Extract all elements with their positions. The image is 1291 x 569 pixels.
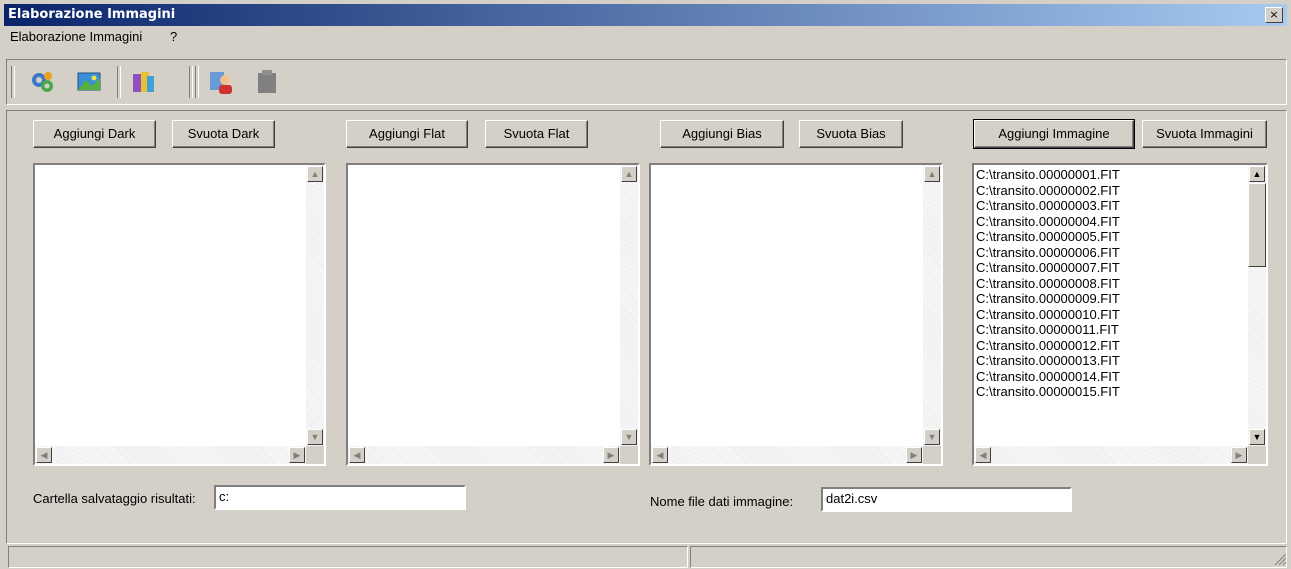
list-item[interactable]: C:\transito.00000007.FIT (976, 260, 1120, 276)
list-item[interactable]: C:\transito.00000005.FIT (976, 229, 1120, 245)
list-item[interactable]: C:\transito.00000015.FIT (976, 384, 1120, 400)
scroll-corner (620, 446, 638, 464)
stop-disabled-icon (253, 68, 281, 96)
toolbar-separator (11, 66, 15, 98)
images-list-vscroll[interactable]: ▲ ▼ (1248, 165, 1266, 446)
scroll-left-icon[interactable]: ◀ (975, 447, 991, 463)
scroll-down-icon[interactable]: ▼ (924, 429, 940, 445)
toolbar-separator (117, 66, 121, 98)
scroll-up-icon[interactable]: ▲ (924, 166, 940, 182)
user-person-icon[interactable] (207, 68, 235, 96)
scroll-thumb[interactable] (1248, 183, 1266, 267)
dark-list-hscroll[interactable]: ◀ ▶ (35, 446, 306, 464)
title-bar[interactable]: Elaborazione Immagini × (4, 4, 1287, 26)
list-item[interactable]: C:\transito.00000014.FIT (976, 369, 1120, 385)
status-pane-right (690, 546, 1287, 568)
menu-elaborazione-immagini[interactable]: Elaborazione Immagini (10, 29, 142, 44)
close-button[interactable]: × (1265, 7, 1283, 23)
toolbar-separator (189, 66, 193, 98)
image-icon[interactable] (75, 68, 103, 96)
bias-list-hscroll[interactable]: ◀ ▶ (651, 446, 923, 464)
scroll-left-icon[interactable]: ◀ (349, 447, 365, 463)
flat-list-hscroll[interactable]: ◀ ▶ (348, 446, 620, 464)
scroll-right-icon[interactable]: ▶ (906, 447, 922, 463)
list-item[interactable]: C:\transito.00000002.FIT (976, 183, 1120, 199)
list-item[interactable]: C:\transito.00000009.FIT (976, 291, 1120, 307)
scroll-corner (1248, 446, 1266, 464)
main-window: Elaborazione Immagini × Elaborazione Imm… (0, 0, 1291, 569)
add-bias-button[interactable]: Aggiungi Bias (660, 120, 784, 148)
list-item[interactable]: C:\transito.00000008.FIT (976, 276, 1120, 292)
process-gears-icon[interactable] (29, 68, 57, 96)
bias-list[interactable]: ▲ ▼ ◀ ▶ (649, 163, 943, 466)
results-folder-field[interactable]: c: (214, 485, 466, 510)
images-list-items: C:\transito.00000001.FIT C:\transito.000… (976, 167, 1120, 400)
scroll-down-icon[interactable]: ▼ (1249, 429, 1265, 445)
menu-help[interactable]: ? (170, 29, 177, 44)
list-item[interactable]: C:\transito.00000006.FIT (976, 245, 1120, 261)
scroll-right-icon[interactable]: ▶ (603, 447, 619, 463)
scroll-left-icon[interactable]: ◀ (652, 447, 668, 463)
toolbar (6, 59, 1287, 105)
list-item[interactable]: C:\transito.00000010.FIT (976, 307, 1120, 323)
list-item[interactable]: C:\transito.00000001.FIT (976, 167, 1120, 183)
list-item[interactable]: C:\transito.00000004.FIT (976, 214, 1120, 230)
images-list-hscroll[interactable]: ◀ ▶ (974, 446, 1248, 464)
window-title: Elaborazione Immagini (8, 7, 176, 22)
add-dark-button[interactable]: Aggiungi Dark (33, 120, 156, 148)
scroll-left-icon[interactable]: ◀ (36, 447, 52, 463)
list-item[interactable]: C:\transito.00000011.FIT (976, 322, 1120, 338)
menu-bar: Elaborazione Immagini ? (4, 26, 1287, 48)
scroll-up-icon[interactable]: ▲ (307, 166, 323, 182)
toolbar-separator (195, 66, 199, 98)
list-item[interactable]: C:\transito.00000013.FIT (976, 353, 1120, 369)
add-flat-button[interactable]: Aggiungi Flat (346, 120, 468, 148)
add-image-button[interactable]: Aggiungi Immagine (973, 119, 1135, 149)
flat-list-vscroll[interactable]: ▲ ▼ (620, 165, 638, 446)
scroll-up-icon[interactable]: ▲ (621, 166, 637, 182)
data-file-label: Nome file dati immagine: (650, 494, 794, 509)
scroll-corner (306, 446, 324, 464)
list-item[interactable]: C:\transito.00000012.FIT (976, 338, 1120, 354)
clear-dark-button[interactable]: Svuota Dark (172, 120, 275, 148)
resize-grip-icon[interactable] (1273, 552, 1287, 566)
clear-bias-button[interactable]: Svuota Bias (799, 120, 903, 148)
data-file-field[interactable]: dat2i.csv (821, 487, 1072, 512)
list-item[interactable]: C:\transito.00000003.FIT (976, 198, 1120, 214)
clear-flat-button[interactable]: Svuota Flat (485, 120, 588, 148)
dark-list[interactable]: ▲ ▼ ◀ ▶ (33, 163, 326, 466)
status-pane-left (8, 546, 688, 568)
dark-list-vscroll[interactable]: ▲ ▼ (306, 165, 324, 446)
flat-list[interactable]: ▲ ▼ ◀ ▶ (346, 163, 640, 466)
scroll-corner (923, 446, 941, 464)
results-folder-label: Cartella salvataggio risultati: (33, 491, 196, 506)
bias-list-vscroll[interactable]: ▲ ▼ (923, 165, 941, 446)
calculator-icon[interactable] (129, 68, 157, 96)
scroll-down-icon[interactable]: ▼ (621, 429, 637, 445)
scroll-up-icon[interactable]: ▲ (1249, 166, 1265, 182)
scroll-right-icon[interactable]: ▶ (289, 447, 305, 463)
scroll-down-icon[interactable]: ▼ (307, 429, 323, 445)
images-list[interactable]: C:\transito.00000001.FIT C:\transito.000… (972, 163, 1268, 466)
scroll-right-icon[interactable]: ▶ (1231, 447, 1247, 463)
clear-images-button[interactable]: Svuota Immagini (1142, 120, 1267, 148)
